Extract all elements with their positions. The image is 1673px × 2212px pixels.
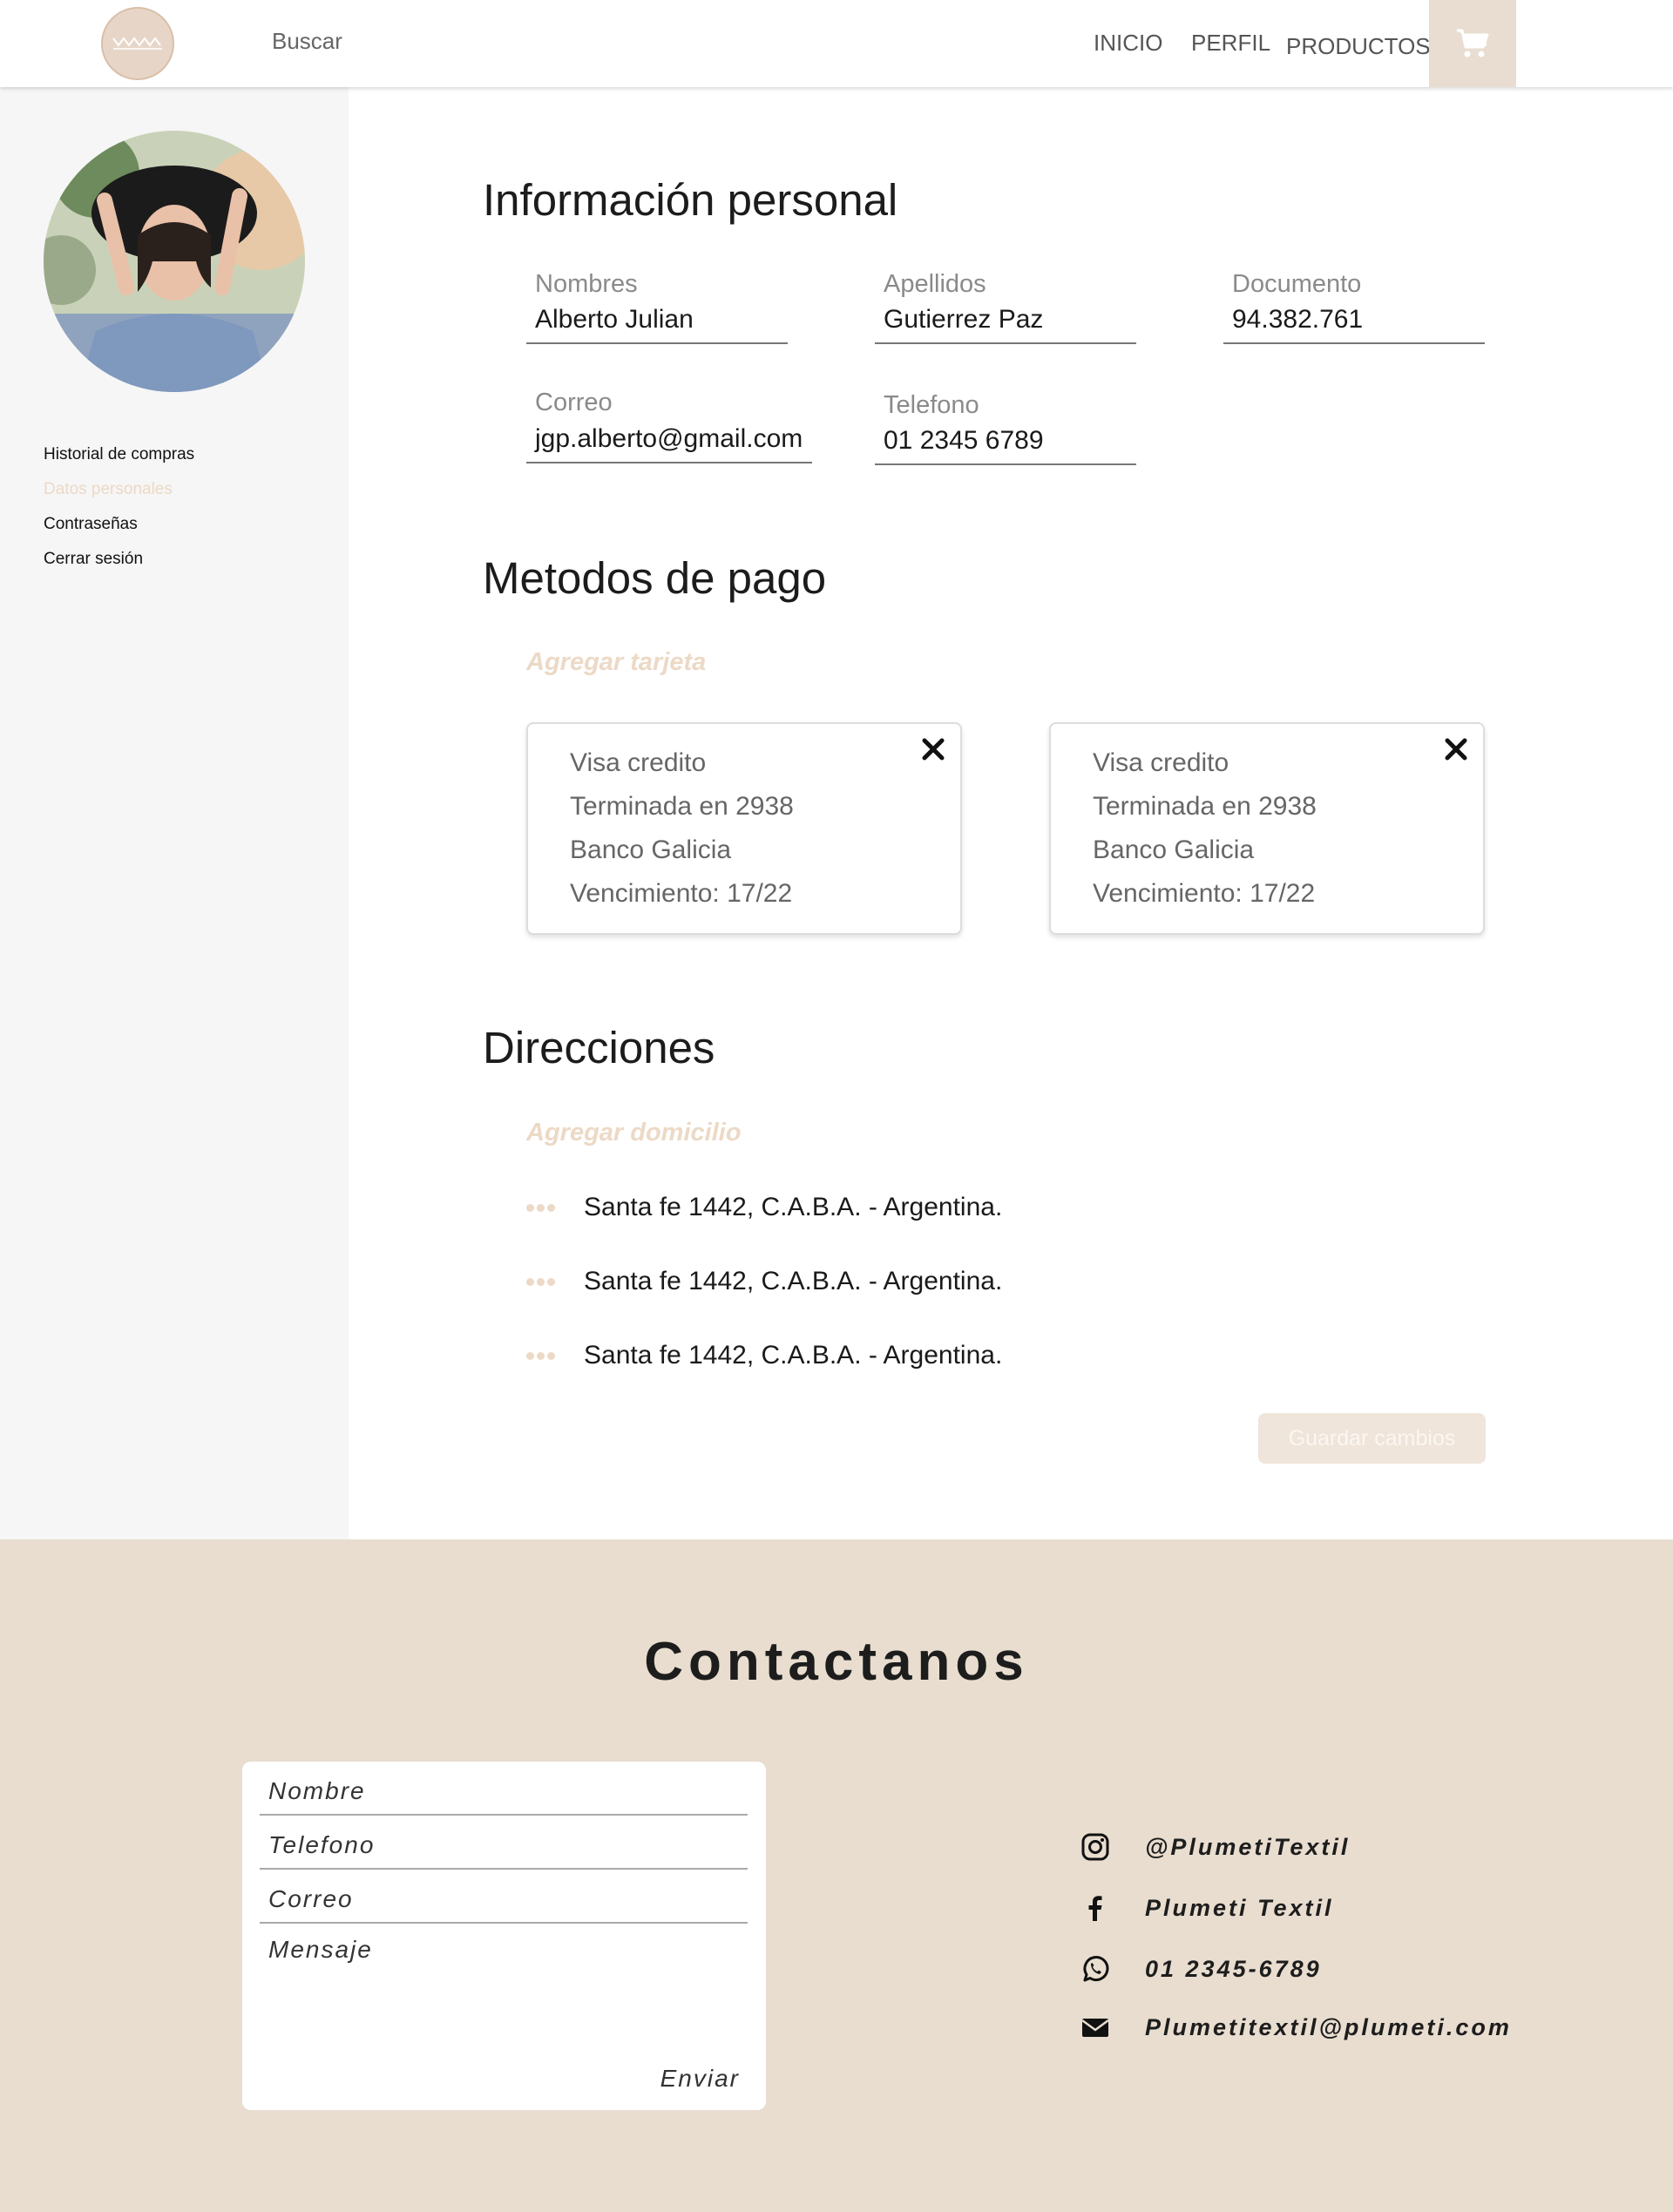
- nav-perfil[interactable]: PERFIL: [1191, 30, 1270, 57]
- card-type: Visa credito: [1093, 748, 1229, 777]
- correo-field[interactable]: jgp.alberto@gmail.com: [526, 420, 812, 463]
- close-icon[interactable]: [920, 736, 946, 762]
- dots-icon[interactable]: [526, 1276, 558, 1287]
- add-address-link[interactable]: Agregar domicilio: [526, 1119, 742, 1147]
- payment-card: Visa credito Terminada en 2938 Banco Gal…: [526, 722, 962, 935]
- social-facebook[interactable]: Plumeti Textil: [1080, 1891, 1334, 1925]
- social-whatsapp[interactable]: 01 2345-6789: [1080, 1952, 1322, 1986]
- dots-icon[interactable]: [526, 1202, 558, 1213]
- contact-title: Contactanos: [644, 1632, 1029, 1692]
- nav-inicio[interactable]: INICIO: [1094, 30, 1162, 57]
- address-text: Santa fe 1442, C.A.B.A. - Argentina.: [584, 1193, 1003, 1221]
- contact-footer: Contactanos Nombre Telefono Correo Mensa…: [0, 1539, 1673, 2212]
- card-ending: Terminada en 2938: [1093, 792, 1317, 821]
- form-mensaje-field[interactable]: Mensaje: [268, 1936, 373, 1964]
- send-button[interactable]: Enviar: [660, 2065, 740, 2093]
- personal-info-title: Información personal: [483, 175, 898, 225]
- avatar: [44, 131, 305, 392]
- sidebar-item-contrasenas[interactable]: Contraseñas: [44, 514, 194, 549]
- address-text: Santa fe 1442, C.A.B.A. - Argentina.: [584, 1267, 1003, 1295]
- payment-title: Metodos de pago: [483, 553, 827, 603]
- side-menu: Historial de compras Datos personales Co…: [44, 444, 194, 584]
- payment-card: Visa credito Terminada en 2938 Banco Gal…: [1049, 722, 1485, 935]
- facebook-name: Plumeti Textil: [1145, 1894, 1334, 1921]
- address-item: Santa fe 1442, C.A.B.A. - Argentina.: [526, 1190, 1002, 1225]
- dots-icon[interactable]: [526, 1350, 558, 1361]
- documento-label: Documento: [1232, 270, 1362, 298]
- documento-field[interactable]: 94.382.761: [1223, 301, 1485, 344]
- card-ending: Terminada en 2938: [570, 792, 794, 821]
- email-address: Plumetitextil@plumeti.com: [1145, 2013, 1512, 2040]
- card-expiry: Vencimiento: 17/22: [1093, 879, 1316, 908]
- whatsapp-icon: [1083, 1956, 1109, 1982]
- form-nombre-field[interactable]: Nombre: [260, 1762, 748, 1816]
- search-link[interactable]: Buscar: [272, 28, 342, 55]
- cart-button[interactable]: [1429, 0, 1516, 87]
- sidebar: Historial de compras Datos personales Co…: [0, 87, 349, 1539]
- telefono-label: Telefono: [884, 391, 979, 419]
- nav-productos[interactable]: PRODUCTOS: [1286, 33, 1431, 60]
- sidebar-item-cerrar-sesion[interactable]: Cerrar sesión: [44, 549, 194, 584]
- card-bank: Banco Galicia: [570, 835, 732, 864]
- card-expiry: Vencimiento: 17/22: [570, 879, 793, 908]
- addresses-title: Direcciones: [483, 1023, 715, 1072]
- form-correo-field[interactable]: Correo: [260, 1870, 748, 1924]
- mail-icon: [1081, 2019, 1109, 2037]
- social-instagram[interactable]: @PlumetiTextil: [1080, 1830, 1350, 1864]
- apellidos-label: Apellidos: [884, 270, 986, 298]
- whatsapp-number: 01 2345-6789: [1145, 1955, 1322, 1982]
- telefono-field[interactable]: 01 2345 6789: [875, 422, 1136, 465]
- logo-icon[interactable]: [101, 7, 174, 80]
- apellidos-field[interactable]: Gutierrez Paz: [875, 301, 1136, 344]
- nombres-label: Nombres: [535, 270, 638, 298]
- contact-form: Nombre Telefono Correo Mensaje Enviar: [242, 1762, 766, 2110]
- add-card-link[interactable]: Agregar tarjeta: [526, 648, 706, 677]
- card-type: Visa credito: [570, 748, 707, 777]
- close-icon[interactable]: [1443, 736, 1469, 762]
- address-item: Santa fe 1442, C.A.B.A. - Argentina.: [526, 1264, 1002, 1299]
- top-header: Buscar INICIO PERFIL PRODUCTOS: [0, 0, 1673, 87]
- card-bank: Banco Galicia: [1093, 835, 1255, 864]
- social-email[interactable]: Plumetitextil@plumeti.com: [1080, 2010, 1512, 2045]
- facebook-icon: [1088, 1896, 1102, 1921]
- instagram-handle: @PlumetiTextil: [1145, 1833, 1351, 1860]
- nombres-field[interactable]: Alberto Julian: [526, 301, 788, 344]
- sidebar-item-historial[interactable]: Historial de compras: [44, 444, 194, 479]
- form-telefono-field[interactable]: Telefono: [260, 1816, 748, 1870]
- instagram-icon: [1081, 1833, 1109, 1861]
- sidebar-item-datos-personales[interactable]: Datos personales: [44, 479, 194, 514]
- address-item: Santa fe 1442, C.A.B.A. - Argentina.: [526, 1338, 1002, 1373]
- save-changes-button[interactable]: Guardar cambios: [1258, 1413, 1486, 1464]
- address-text: Santa fe 1442, C.A.B.A. - Argentina.: [584, 1341, 1003, 1370]
- correo-label: Correo: [535, 389, 613, 416]
- cart-icon: [1457, 29, 1489, 57]
